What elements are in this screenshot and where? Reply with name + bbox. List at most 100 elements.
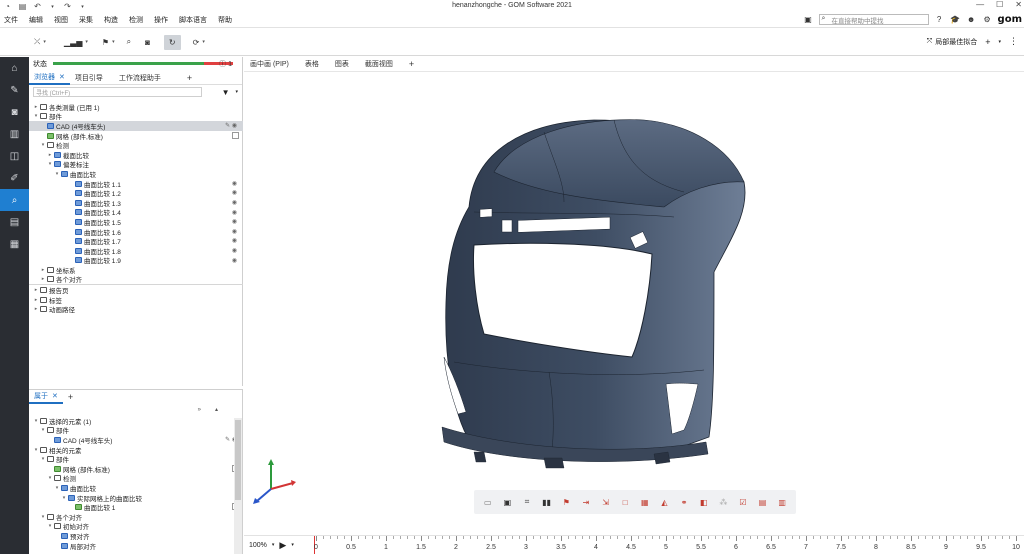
menu-help[interactable]: 帮助 xyxy=(214,15,239,25)
tree-row[interactable]: 曲面比较 1.6 ◉ xyxy=(29,227,243,237)
tree-row[interactable]: ▾ 相关的元素 xyxy=(29,445,243,455)
tree-row[interactable]: 曲面比较 1.8 ◉ xyxy=(29,246,243,256)
chevron-up-icon[interactable]: ▴ xyxy=(215,406,218,413)
tab-workflow-assistant[interactable]: 工作流程助手 xyxy=(114,71,166,85)
grid-icon[interactable]: ▦ xyxy=(0,233,29,255)
3d-viewport[interactable]: 画中画 (PIP) 表格 图表 截面视图 + ▭ ▣ ⌗ ▮▮ ⚑ ⇥ ⇲ □ … xyxy=(244,57,1024,554)
redo-dropdown-icon[interactable]: ▾ xyxy=(78,2,87,11)
chevron-down-icon[interactable]: ▾ xyxy=(33,447,39,453)
tab-table[interactable]: 表格 xyxy=(299,59,329,69)
visibility-icon[interactable]: ◉ xyxy=(232,247,237,254)
help-icon[interactable]: ? xyxy=(934,14,945,25)
visibility-icon[interactable]: ✎ ◉ xyxy=(225,122,237,129)
chevron-down-icon[interactable]: ▾ xyxy=(47,523,53,529)
collapse-icon[interactable]: » xyxy=(198,407,201,413)
tree-row[interactable]: 网格 (部件,标准) xyxy=(29,131,243,141)
tree-row[interactable]: ▾ 偏差标注 xyxy=(29,160,243,169)
filter-icon[interactable]: ▼ xyxy=(222,88,230,97)
properties-scrollbar[interactable] xyxy=(234,418,242,554)
tab-properties[interactable]: 属于 ✕ xyxy=(29,390,63,404)
tree-row[interactable]: ▾ 检测 xyxy=(29,140,243,150)
local-best-fit-button[interactable]: ⤧ 局部最佳拟合 xyxy=(927,37,978,47)
menu-view[interactable]: 视图 xyxy=(50,15,75,25)
report-icon[interactable]: ▦ xyxy=(639,496,651,508)
tree-row[interactable]: 曲面比较 1.4 ◉ xyxy=(29,208,243,217)
chevron-down-icon[interactable]: ▾ xyxy=(291,542,294,548)
tree-row[interactable]: CAD (4号线车头) ✎ ◉ xyxy=(29,435,243,445)
tree-row[interactable]: 局部对齐 xyxy=(29,541,243,551)
surface-icon[interactable]: ◭ xyxy=(658,496,670,508)
redo-icon[interactable]: ↷ xyxy=(63,2,72,11)
visibility-icon[interactable]: ◉ xyxy=(232,199,237,206)
visibility-checkbox[interactable] xyxy=(232,131,239,139)
tree-row[interactable]: ▸ 截面比较 xyxy=(29,150,243,160)
view-mode-icon[interactable]: ▣ xyxy=(501,496,513,508)
tree-row[interactable]: 网格 (部件,标准) xyxy=(29,464,243,474)
tree-row[interactable]: ▾ 初始对齐 xyxy=(29,522,243,531)
wrench-icon[interactable]: ✎ xyxy=(0,79,29,101)
settings-icon[interactable]: ⚙ xyxy=(982,14,993,25)
chevron-right-icon[interactable]: ▸ xyxy=(33,287,39,293)
tree-row[interactable]: 曲面比较 1 xyxy=(29,502,243,512)
tree-row[interactable]: 曲面比较 1.3 ◉ xyxy=(29,198,243,208)
recompute-tool[interactable]: ↻ xyxy=(163,34,181,50)
add-tab-icon[interactable]: + xyxy=(182,71,197,85)
visibility-icon[interactable]: ◉ xyxy=(232,237,237,244)
undo-dropdown-icon[interactable]: ▾ xyxy=(48,2,57,11)
visibility-icon[interactable]: ◉ xyxy=(232,218,237,225)
menu-acquire[interactable]: 采集 xyxy=(75,15,100,25)
menu-operate[interactable]: 操作 xyxy=(150,15,175,25)
chevron-down-icon[interactable]: ▾ xyxy=(33,418,39,424)
tree-row[interactable]: ▾ 选择的元素 (1) xyxy=(29,416,243,426)
home-icon[interactable]: ⌂ xyxy=(0,57,29,79)
camera-icon[interactable]: ◙ xyxy=(0,101,29,123)
tree-row[interactable]: ▾ 曲面比较 xyxy=(29,169,243,179)
zoom-tool[interactable]: ⌕ xyxy=(127,37,131,47)
tab-explorer[interactable]: 浏览器 ✕ xyxy=(29,71,70,85)
menu-inspect[interactable]: 检测 xyxy=(125,15,150,25)
report-icon[interactable]: ▤ xyxy=(0,211,29,233)
menu-script[interactable]: 脚本语言 xyxy=(175,15,214,25)
scanner-icon[interactable]: ◫ xyxy=(0,145,29,167)
chevron-down-icon[interactable]: ▾ xyxy=(33,113,39,119)
menu-edit[interactable]: 编辑 xyxy=(25,15,50,25)
save-icon[interactable]: ▤ xyxy=(18,2,27,11)
chevron-down-icon[interactable]: ▾ xyxy=(235,89,238,95)
more-icon[interactable]: ⋮ xyxy=(1009,36,1018,47)
pause-icon[interactable]: ▮▮ xyxy=(541,496,553,508)
refresh-tool[interactable]: ⟳ ▾ xyxy=(193,38,205,47)
link-icon[interactable]: ⚭ xyxy=(678,496,690,508)
zoom-control[interactable]: 100% ▾ ▶ ▾ xyxy=(244,540,294,551)
box-icon[interactable]: □ xyxy=(619,496,631,508)
tree-row[interactable]: 曲面比较 1.1 ◉ xyxy=(29,179,243,189)
info-badge[interactable]: ⓘ 1 xyxy=(219,59,232,69)
tab-section-view[interactable]: 截面视图 xyxy=(359,59,403,69)
visibility-icon[interactable]: ◉ xyxy=(232,189,237,196)
add-tab-icon[interactable]: + xyxy=(63,390,78,404)
tree-row[interactable]: 曲面比较 1.5 ◉ xyxy=(29,217,243,227)
academy-icon[interactable]: 🎓 xyxy=(950,14,961,25)
play-icon[interactable]: ▶ xyxy=(279,540,286,551)
command-icon[interactable]: ▣ xyxy=(803,14,814,25)
chevron-down-icon[interactable]: ▾ xyxy=(40,142,46,148)
visibility-icon[interactable]: ◉ xyxy=(232,228,237,235)
label-tool[interactable]: ⚑ ▾ xyxy=(102,38,115,47)
chevron-right-icon[interactable]: ▸ xyxy=(40,267,46,273)
chevron-down-icon[interactable]: ▾ xyxy=(54,485,60,491)
close-icon[interactable]: ✕ xyxy=(52,392,58,400)
tree-row[interactable]: ▾ 部件 xyxy=(29,426,243,435)
chevron-down-icon[interactable]: ▾ xyxy=(61,495,67,501)
visibility-icon[interactable]: ◉ xyxy=(232,180,237,187)
chevron-down-icon[interactable]: ▾ xyxy=(40,456,46,462)
maximize-icon[interactable]: ☐ xyxy=(996,0,1003,9)
table-icon[interactable]: ▤ xyxy=(757,496,769,508)
search-input[interactable]: 寻找 (Ctrl+F) xyxy=(33,87,202,97)
tree-row[interactable]: ▸ 标签 xyxy=(29,295,243,305)
screenshot-tool[interactable]: ◙ xyxy=(145,38,150,47)
plane-icon[interactable]: ◧ xyxy=(698,496,710,508)
tree-row[interactable]: 曲面比较 1.7 ◉ xyxy=(29,236,243,246)
visibility-icon[interactable]: ◉ xyxy=(232,209,237,216)
chevron-right-icon[interactable]: ▸ xyxy=(33,297,39,303)
user-icon[interactable]: ☻ xyxy=(966,14,977,25)
tree-row[interactable]: ▾ 实际网格上的曲面比较 xyxy=(29,493,243,503)
